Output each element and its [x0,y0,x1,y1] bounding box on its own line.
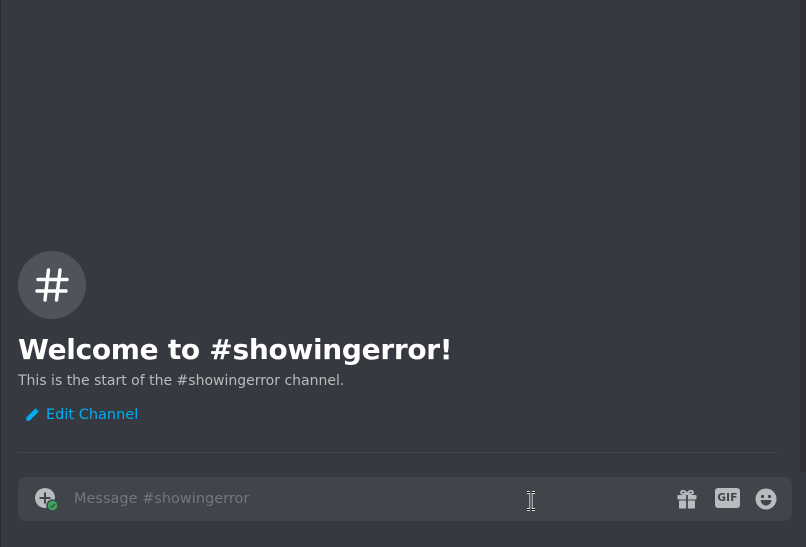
pencil-icon [25,408,39,422]
welcome-subtitle: This is the start of the #showingerror c… [18,373,345,389]
smiley-icon [755,488,777,510]
message-input[interactable] [74,477,654,521]
attach-button[interactable] [34,487,60,513]
welcome-title: Welcome to #showingerror! [18,333,453,366]
text-cursor-icon [527,491,535,511]
scrollbar-track[interactable] [800,0,806,472]
channel-welcome: Welcome to #showingerror! This is the st… [18,251,778,426]
emoji-button[interactable] [755,488,777,510]
gift-icon [677,489,697,509]
divider [18,452,777,453]
gif-button[interactable]: GIF [715,488,740,508]
chat-area: Welcome to #showingerror! This is the st… [0,0,806,547]
plus-circle-icon [35,488,59,512]
edit-channel-button[interactable]: Edit Channel [25,406,138,424]
message-composer: GIF [18,477,792,521]
edit-channel-label: Edit Channel [46,407,139,423]
channel-hash-icon [18,251,86,319]
gift-button[interactable] [676,488,698,510]
